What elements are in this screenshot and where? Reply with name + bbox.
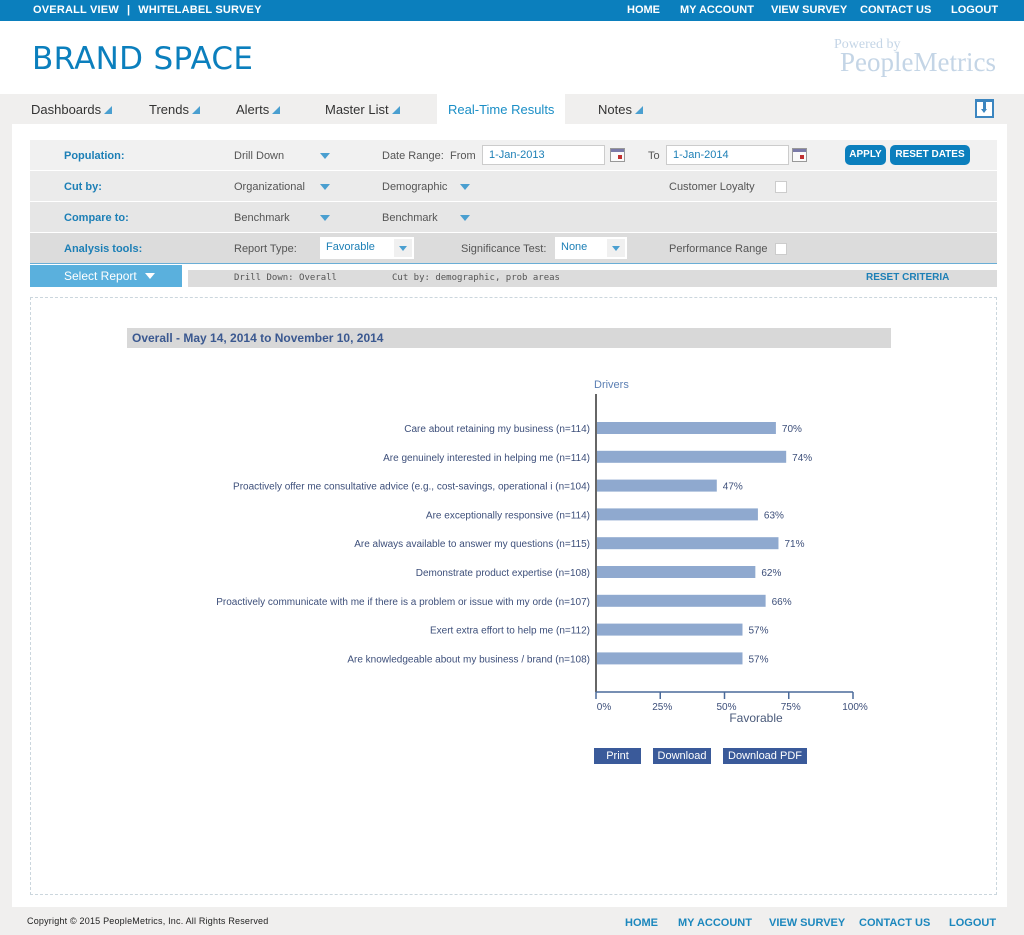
footer-nav-my-account[interactable]: MY ACCOUNT (678, 917, 752, 929)
value-label: 71% (784, 539, 804, 550)
x-tick-label: 75% (781, 702, 801, 713)
bar (597, 537, 779, 550)
drivers-bar-chart: Drivers Care about retaining my business… (216, 379, 868, 725)
footer-nav-view-survey[interactable]: VIEW SURVEY (769, 917, 845, 929)
bar (597, 422, 776, 434)
print-button[interactable]: Print (594, 748, 641, 764)
category-label: Are exceptionally responsive (n=114) (426, 510, 590, 521)
x-tick-label: 0% (597, 702, 612, 713)
value-label: 57% (748, 654, 768, 665)
category-label: Exert extra effort to help me (n=112) (430, 626, 590, 637)
bar (597, 479, 717, 492)
value-label: 57% (748, 626, 768, 637)
footer: Copyright © 2015 PeopleMetrics, Inc. All… (0, 907, 1024, 935)
value-label: 47% (723, 482, 743, 493)
bar (597, 566, 756, 578)
value-label: 62% (761, 568, 781, 579)
chart-title: Drivers (594, 379, 629, 391)
value-label: 74% (792, 453, 812, 464)
download-pdf-button[interactable]: Download PDF (723, 748, 807, 764)
bar (597, 450, 787, 463)
bar (597, 508, 758, 521)
category-label: Are knowledgeable about my business / br… (347, 654, 590, 665)
category-label: Demonstrate product expertise (n=108) (416, 568, 590, 579)
footer-nav-home[interactable]: HOME (625, 917, 658, 929)
category-label: Are always available to answer my questi… (354, 539, 590, 550)
value-label: 63% (764, 510, 784, 521)
x-tick-label: 25% (652, 702, 672, 713)
x-tick-label: 100% (842, 702, 868, 713)
bar (597, 594, 766, 607)
x-axis-label: Favorable (729, 711, 783, 725)
footer-nav-logout[interactable]: LOGOUT (949, 917, 996, 929)
category-label: Proactively communicate with me if there… (216, 597, 590, 608)
value-label: 70% (782, 424, 802, 435)
bar (597, 652, 743, 665)
category-label: Care about retaining my business (n=114) (404, 424, 590, 435)
footer-nav-contact-us[interactable]: CONTACT US (859, 917, 930, 929)
category-label: Are genuinely interested in helping me (… (383, 453, 590, 464)
copyright-text: Copyright © 2015 PeopleMetrics, Inc. All… (27, 916, 269, 926)
value-label: 66% (772, 597, 792, 608)
bar (597, 623, 743, 636)
download-button[interactable]: Download (653, 748, 711, 764)
category-label: Proactively offer me consultative advice… (233, 482, 590, 493)
